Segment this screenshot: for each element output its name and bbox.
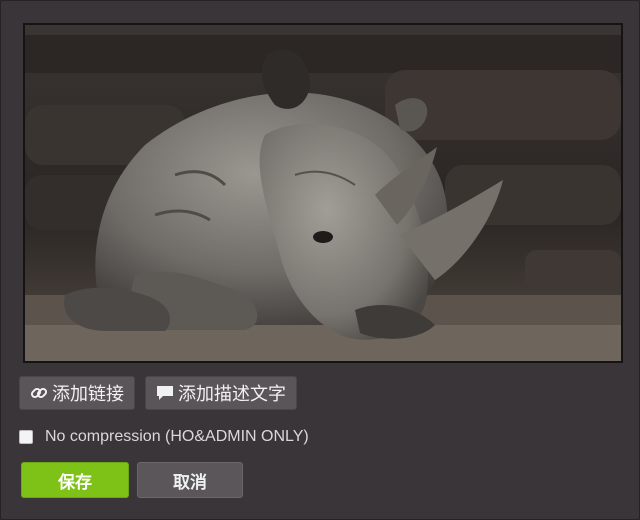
image-preview[interactable] [23, 23, 623, 363]
comment-icon [156, 384, 176, 402]
save-button[interactable]: 保存 [21, 462, 129, 498]
add-caption-label: 添加描述文字 [178, 384, 286, 404]
add-caption-button[interactable]: 添加描述文字 [145, 376, 297, 410]
rhinoceros-photo [25, 25, 621, 361]
no-compression-label: No compression (HO&ADMIN ONLY) [45, 428, 309, 445]
image-toolbar: 添加链接 添加描述文字 [19, 376, 297, 410]
link-icon [30, 384, 50, 402]
action-buttons: 保存 取消 [21, 462, 243, 498]
add-link-label: 添加链接 [52, 384, 124, 404]
no-compression-checkbox[interactable] [19, 430, 33, 444]
no-compression-option: No compression (HO&ADMIN ONLY) [19, 428, 309, 446]
cancel-button[interactable]: 取消 [137, 462, 243, 498]
add-link-button[interactable]: 添加链接 [19, 376, 135, 410]
image-edit-panel: 添加链接 添加描述文字 No compression (HO&ADMIN ONL… [0, 0, 640, 520]
